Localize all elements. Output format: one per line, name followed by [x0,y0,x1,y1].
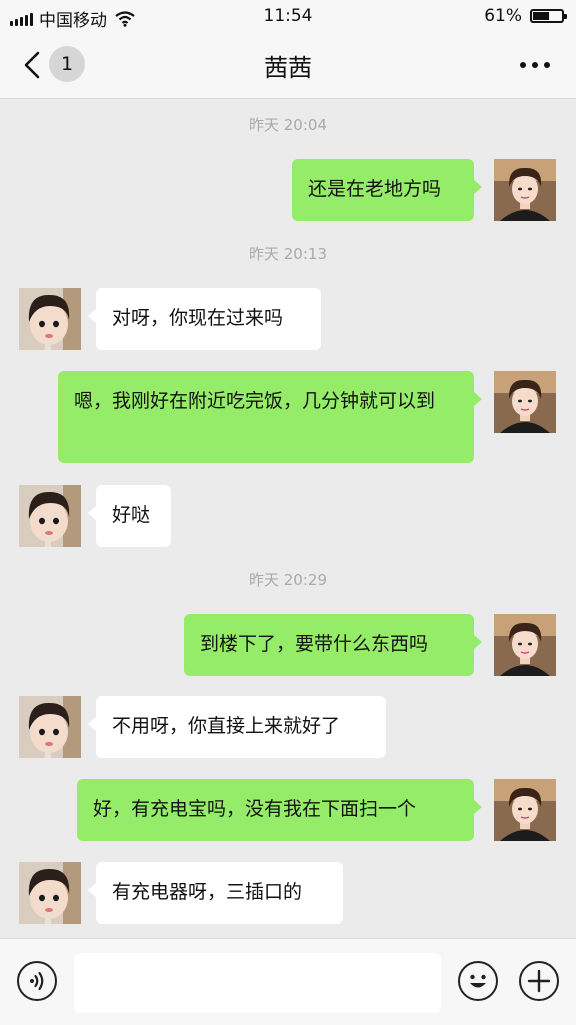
avatar[interactable] [494,159,556,221]
chat-title: 茜茜 [264,54,312,82]
timestamp: 昨天 20:13 [249,245,327,263]
battery-percent: 61% [484,6,522,26]
avatar[interactable] [19,485,81,547]
message-bubble-received[interactable]: 有充电器呀，三插口的 [88,862,343,924]
avatar[interactable] [494,614,556,676]
message-text: 还是在老地方吗 [308,178,442,200]
message-text: 到楼下了，要带什么东西吗 [200,633,429,655]
message-bubble-received[interactable]: 对呀，你现在过来吗 [88,288,321,350]
message-text: 好哒 [112,504,151,526]
voice-icon[interactable] [17,961,57,1001]
avatar[interactable] [19,696,81,758]
message-bubble-received[interactable]: 不用呀，你直接上来就好了 [88,696,386,758]
emoji-icon[interactable] [458,961,498,1001]
message-text: 有充电器呀，三插口的 [112,881,303,903]
avatar[interactable] [19,288,81,350]
message-text: 不用呀，你直接上来就好了 [112,715,341,737]
avatar[interactable] [494,371,556,433]
more-dots-icon[interactable] [520,62,550,68]
avatar[interactable] [494,779,556,841]
message-input[interactable] [74,953,441,1013]
chat-header: 1 茜茜 [0,32,576,99]
timestamp: 昨天 20:29 [249,571,327,589]
battery-icon [530,9,567,23]
status-bar: 中国移动 11:54 61% [0,0,576,32]
add-icon[interactable] [519,961,559,1001]
message-bubble-received[interactable]: 好哒 [88,485,171,547]
message-text: 嗯，我刚好在附近吃完饭，几分钟就可以到 [74,390,436,412]
timestamp: 昨天 20:04 [249,116,327,134]
message-bubble-sent[interactable]: 还是在老地方吗 [292,159,482,221]
message-bubble-sent[interactable]: 到楼下了，要带什么东西吗 [184,614,482,676]
message-text: 对呀，你现在过来吗 [112,307,284,329]
message-bubble-sent[interactable]: 嗯，我刚好在附近吃完饭，几分钟就可以到 [58,371,482,463]
avatar[interactable] [19,862,81,924]
input-bar [0,938,576,1025]
message-bubble-sent[interactable]: 好，有充电宝吗，没有我在下面扫一个 [77,779,482,841]
message-text: 好，有充电宝吗，没有我在下面扫一个 [93,798,417,820]
